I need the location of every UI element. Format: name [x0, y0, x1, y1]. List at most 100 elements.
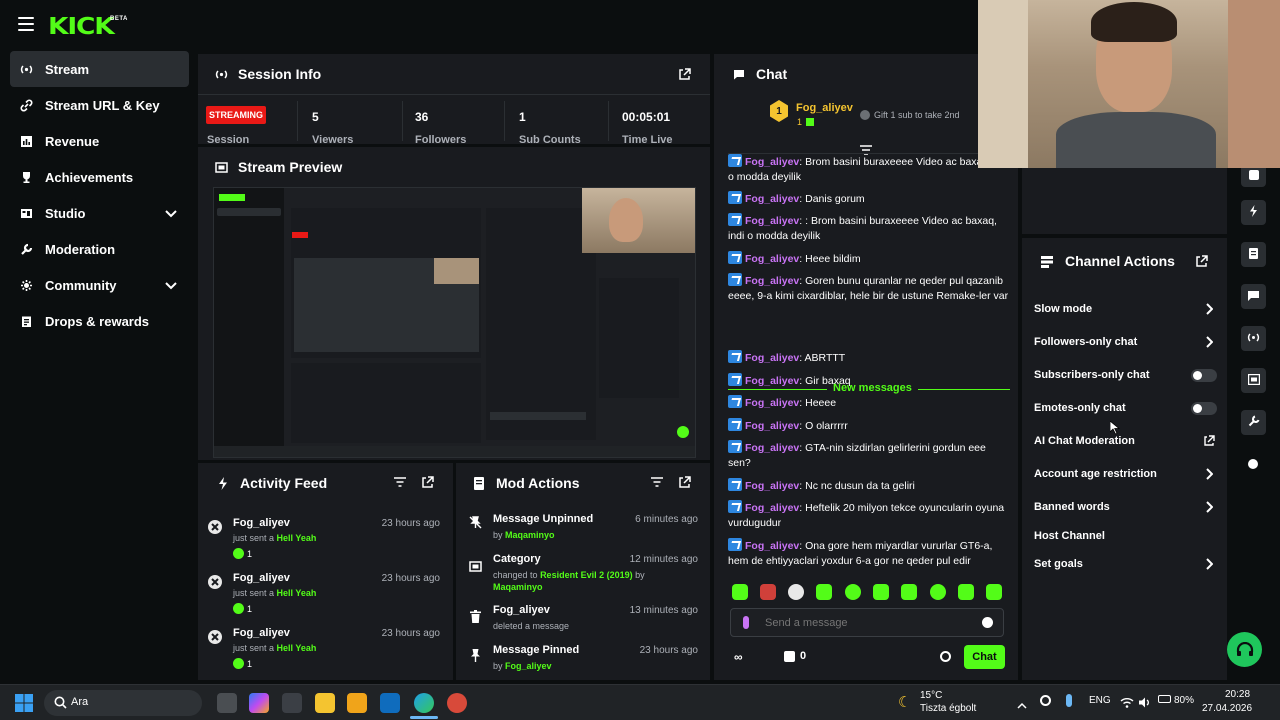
- emote-icon[interactable]: [732, 584, 748, 600]
- action-subscribers-only[interactable]: Subscribers-only chat: [1034, 365, 1217, 385]
- wifi-icon[interactable]: [1120, 695, 1134, 713]
- store-icon[interactable]: [784, 651, 795, 662]
- clock-time[interactable]: 20:28: [1225, 689, 1250, 700]
- emote-icon[interactable]: [816, 584, 832, 600]
- emote-icon[interactable]: [930, 584, 946, 600]
- chat-username[interactable]: Fog_aliyev: [745, 442, 799, 454]
- chat-username[interactable]: Fog_aliyev: [745, 480, 799, 492]
- chat-message[interactable]: Fog_aliyev: Danis gorum: [728, 191, 1010, 207]
- chat-username[interactable]: Fog_aliyev: [745, 253, 799, 265]
- chat-username[interactable]: Fog_aliyev: [745, 352, 799, 364]
- popout-icon[interactable]: [678, 67, 692, 81]
- chat-message[interactable]: Fog_aliyev: Brom basini buraxeeee Video …: [728, 154, 1010, 185]
- sidebar-item-stream-url[interactable]: Stream URL & Key: [10, 87, 189, 123]
- activity-item[interactable]: Fog_aliyev 23 hours ago just sent a Hell…: [198, 568, 453, 623]
- kick-logo[interactable]: KICK: [48, 14, 115, 40]
- support-headset-icon[interactable]: [1227, 632, 1262, 667]
- chat-username[interactable]: Fog_aliyev: [745, 502, 799, 514]
- chat-username[interactable]: Fog_aliyev: [745, 375, 799, 387]
- chat-username[interactable]: Fog_aliyev: [745, 215, 799, 227]
- chevron-down-icon[interactable]: [165, 278, 177, 293]
- outlook-icon[interactable]: [380, 693, 400, 713]
- chevron-down-icon[interactable]: [165, 206, 177, 221]
- popout-icon[interactable]: [678, 475, 692, 489]
- mod-action-item[interactable]: Category 12 minutes ago changed to Resid…: [456, 553, 711, 603]
- microphone-icon[interactable]: [1066, 694, 1072, 707]
- emote-icon[interactable]: [845, 584, 861, 600]
- activity-item[interactable]: Fog_aliyev 23 hours ago just sent a Hell…: [198, 623, 453, 678]
- chat-message[interactable]: Fog_aliyev: GTA-nin sizdirlan gelirlerin…: [728, 440, 1010, 471]
- chat-username[interactable]: Fog_aliyev: [745, 156, 799, 168]
- weather-temp[interactable]: 15°C: [920, 690, 942, 701]
- obs-icon[interactable]: [447, 693, 467, 713]
- quick-action-button[interactable]: [1241, 326, 1266, 351]
- action-set-goals[interactable]: Set goals: [1034, 554, 1217, 574]
- sidebar-item-drops-rewards[interactable]: Drops & rewards: [10, 303, 189, 339]
- action-account-age[interactable]: Account age restriction: [1034, 464, 1217, 484]
- app-icon[interactable]: [282, 693, 302, 713]
- activity-user[interactable]: Fog_aliyev: [233, 572, 290, 584]
- chat-message[interactable]: Fog_aliyev: Goren bunu quranlar ne qeder…: [728, 273, 1010, 304]
- action-followers-only[interactable]: Followers-only chat: [1034, 332, 1217, 352]
- chat-username[interactable]: Fog_aliyev: [745, 193, 799, 205]
- sync-icon[interactable]: [1040, 695, 1051, 706]
- mod-action-item[interactable]: Fog_aliyev 13 minutes ago deleted a mess…: [456, 604, 711, 640]
- filter-icon[interactable]: [393, 475, 407, 489]
- sidebar-item-achievements[interactable]: Achievements: [10, 159, 189, 195]
- popout-icon[interactable]: [1196, 254, 1208, 272]
- stream-preview-video[interactable]: [213, 187, 696, 458]
- weather-desc[interactable]: Tiszta égbolt: [920, 703, 976, 714]
- activity-user[interactable]: Fog_aliyev: [233, 627, 290, 639]
- edge-icon[interactable]: [414, 693, 434, 713]
- chat-message[interactable]: Fog_aliyev: Heee bildim: [728, 251, 1010, 267]
- action-banned-words[interactable]: Banned words: [1034, 497, 1217, 517]
- microsoft-store-icon[interactable]: [347, 693, 367, 713]
- language-indicator[interactable]: ENG: [1089, 695, 1111, 706]
- chat-message[interactable]: Fog_aliyev: : Brom basini buraxeeee Vide…: [728, 213, 1010, 244]
- chat-username[interactable]: Fog_aliyev: [745, 275, 799, 287]
- action-host-channel[interactable]: Host Channel: [1034, 526, 1217, 546]
- emote-icon[interactable]: [958, 584, 974, 600]
- mod-action-item[interactable]: Message Unpinned 6 minutes ago by Maqami…: [456, 513, 711, 549]
- emote-icon[interactable]: [788, 584, 804, 600]
- emote-icon[interactable]: [760, 584, 776, 600]
- infinity-icon[interactable]: ∞: [734, 650, 743, 664]
- chat-message[interactable]: Fog_aliyev: Heftelik 20 milyon tekce oyu…: [728, 500, 1010, 531]
- quick-action-button[interactable]: [1241, 200, 1266, 225]
- menu-icon[interactable]: [18, 17, 34, 31]
- task-view-icon[interactable]: [217, 693, 237, 713]
- quick-action-button[interactable]: [1241, 410, 1266, 435]
- quick-action-button[interactable]: [1241, 242, 1266, 267]
- chat-username[interactable]: Fog_aliyev: [745, 420, 799, 432]
- settings-gear-icon[interactable]: [940, 651, 951, 662]
- taskbar-search[interactable]: Ara: [44, 690, 202, 716]
- emote-icon[interactable]: [986, 584, 1002, 600]
- speaker-icon[interactable]: [1139, 695, 1151, 713]
- copilot-icon[interactable]: [249, 693, 269, 713]
- gift-callout[interactable]: Gift 1 sub to take 2nd: [874, 110, 960, 120]
- sidebar-item-community[interactable]: Community: [10, 267, 189, 303]
- quick-action-button[interactable]: [1241, 368, 1266, 393]
- chat-message[interactable]: Fog_aliyev: Ona gore hem miyardlar vurur…: [728, 538, 1010, 569]
- battery-icon[interactable]: [1158, 695, 1171, 703]
- sidebar-item-studio[interactable]: Studio: [10, 195, 189, 231]
- chat-username[interactable]: Fog_aliyev: [745, 397, 799, 409]
- chat-input-box[interactable]: [730, 608, 1004, 637]
- sidebar-item-stream[interactable]: Stream: [10, 51, 189, 87]
- microphone-icon[interactable]: [743, 616, 749, 629]
- mod-action-item[interactable]: Message Pinned 23 hours ago by Fog_aliye…: [456, 644, 711, 678]
- activity-item[interactable]: Fog_aliyev 23 hours ago just sent a Hell…: [198, 513, 453, 568]
- quick-action-button[interactable]: [1241, 284, 1266, 309]
- action-emotes-only[interactable]: Emotes-only chat: [1034, 398, 1217, 418]
- file-explorer-icon[interactable]: [315, 693, 335, 713]
- chat-message[interactable]: Fog_aliyev: Heeee: [728, 395, 1010, 411]
- chat-input[interactable]: [765, 613, 975, 633]
- sidebar-item-moderation[interactable]: Moderation: [10, 231, 189, 267]
- action-slow-mode[interactable]: Slow mode: [1034, 299, 1217, 319]
- windows-start-icon[interactable]: [14, 693, 34, 713]
- chat-message[interactable]: Fog_aliyev: Gir baxaq: [728, 373, 1010, 389]
- subscribers-only-toggle[interactable]: [1191, 369, 1217, 382]
- emoji-icon[interactable]: [982, 617, 993, 628]
- popout-icon[interactable]: [421, 475, 435, 489]
- activity-user[interactable]: Fog_aliyev: [233, 517, 290, 529]
